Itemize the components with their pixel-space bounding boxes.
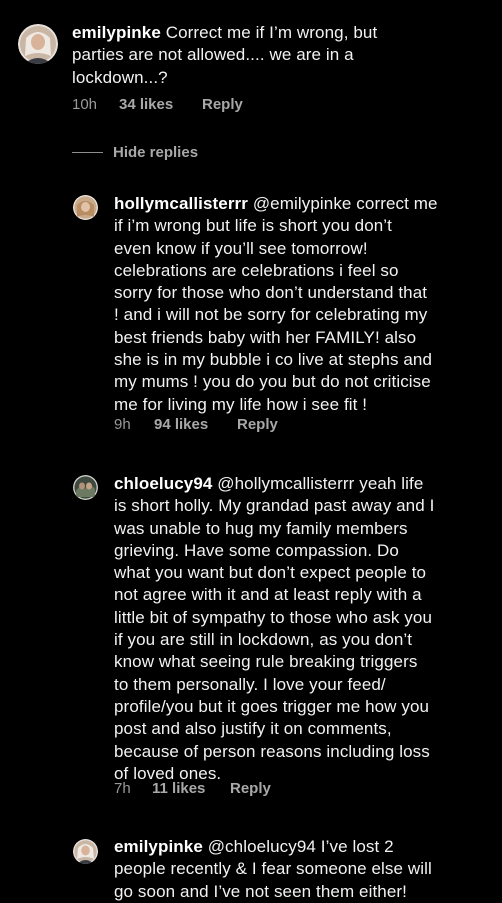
comment-line: know what seeing rule breaking triggers xyxy=(114,652,418,672)
comment-line: lockdown...? xyxy=(72,67,168,87)
username[interactable]: emilypinke xyxy=(72,23,161,42)
comment-line: even know if you’ll see tomorrow! xyxy=(114,238,368,258)
reply-button[interactable]: Reply xyxy=(202,96,243,113)
comment-line: profile/you but it goes trigger me how y… xyxy=(114,696,430,716)
comment-line: to them personally. I love your feed/ xyxy=(114,674,386,694)
divider-line xyxy=(72,152,103,153)
comment-line: sorry for those who don’t understand tha… xyxy=(114,283,428,303)
likes-count[interactable]: 34 likes xyxy=(119,96,202,113)
reply-button[interactable]: Reply xyxy=(230,780,271,797)
hide-replies-label: Hide replies xyxy=(113,144,199,161)
timestamp: 7h xyxy=(114,780,131,797)
avatar[interactable] xyxy=(18,24,58,64)
comment-line: parties are not allowed.... we are in a xyxy=(72,45,354,65)
comment-text: chloelucy94 @hollymcallisterrr yeah life… xyxy=(114,473,494,785)
comment-line: @emilypinke correct me xyxy=(252,194,438,213)
comment-line: people recently & I fear someone else wi… xyxy=(114,859,432,879)
comment-line: best friends baby with her FAMILY! also xyxy=(114,327,417,347)
likes-count[interactable]: 94 likes xyxy=(154,416,237,433)
comment-line: celebrations are celebrations i feel so xyxy=(114,260,399,280)
avatar[interactable] xyxy=(73,195,98,220)
comment-line: is short holly. My grandad past away and… xyxy=(114,496,435,516)
likes-count[interactable]: 11 likes xyxy=(152,780,230,797)
comment-line: not agree with it and at least reply wit… xyxy=(114,585,422,605)
comment-line: if i’m wrong but life is short you don’t xyxy=(114,216,393,236)
comment-line: @hollymcallisterrr yeah life xyxy=(217,474,424,493)
comment-meta: 7h 11 likes Reply xyxy=(114,780,271,797)
comment-line: @chloelucy94 I’ve lost 2 xyxy=(207,837,394,856)
avatar[interactable] xyxy=(73,475,98,500)
timestamp: 9h xyxy=(114,416,131,433)
comment-line: Correct me if I’m wrong, but xyxy=(165,23,378,42)
username[interactable]: hollymcallisterrr xyxy=(114,194,248,213)
username[interactable]: chloelucy94 xyxy=(114,474,212,493)
comment-text: emilypinke @chloelucy94 I’ve lost 2 peop… xyxy=(114,836,494,903)
comment-line: post and also justify it on comments, xyxy=(114,719,392,739)
avatar[interactable] xyxy=(73,839,98,864)
reply-button[interactable]: Reply xyxy=(237,416,278,433)
comment-line: grieving. Have some compassion. Do xyxy=(114,540,399,560)
comment-line: what you want but don’t expect people to xyxy=(114,563,427,583)
timestamp: 10h xyxy=(72,96,98,113)
username[interactable]: emilypinke xyxy=(114,837,203,856)
comment-line: she is in my bubble i co live at stephs … xyxy=(114,350,433,370)
comment-meta: 10h 34 likes Reply xyxy=(72,96,243,113)
comment-line: me for living my life how i see fit ! xyxy=(114,394,368,414)
comment-line: because of person reasons including loss xyxy=(114,741,430,761)
comment-line: if you are still in lockdown, as you don… xyxy=(114,630,413,650)
comment-text: hollymcallisterrr @emilypinke correct me… xyxy=(114,193,494,416)
comment-meta: 9h 94 likes Reply xyxy=(114,416,278,433)
comment-line: little bit of sympathy to those who ask … xyxy=(114,607,433,627)
hide-replies-button[interactable]: Hide replies xyxy=(72,144,198,161)
comment-line: my mums ! you do you but do not criticis… xyxy=(114,372,431,392)
comment-line: ! and i will not be sorry for celebratin… xyxy=(114,305,428,325)
comment-line: was unable to hug my family members xyxy=(114,518,408,538)
comment-text: emilypinke Correct me if I’m wrong, but … xyxy=(72,22,492,89)
